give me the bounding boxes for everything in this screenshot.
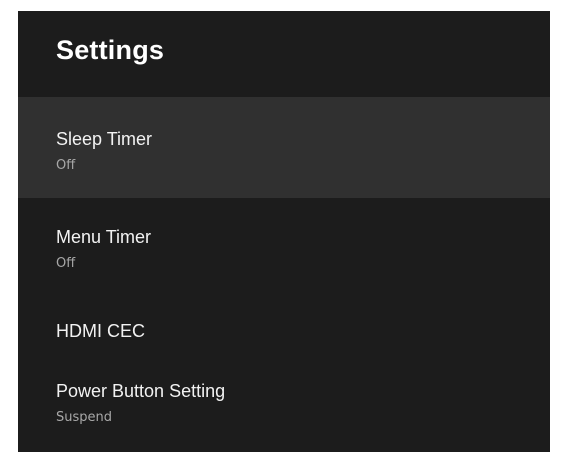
menu-item-value: Off: [56, 256, 76, 271]
menu-item-sleep-timer[interactable]: Sleep Timer Off: [18, 97, 550, 198]
settings-menu: Sleep Timer Off Menu Timer Off HDMI CEC …: [18, 97, 550, 430]
menu-item-label: Sleep Timer: [56, 129, 153, 149]
menu-item-value: Suspend: [56, 410, 113, 425]
menu-item-label: Power Button Setting: [56, 381, 226, 401]
menu-item-power-button-setting[interactable]: Power Button Setting Suspend: [18, 360, 550, 430]
menu-item-menu-timer[interactable]: Menu Timer Off: [18, 198, 550, 298]
menu-item-label: Menu Timer: [56, 227, 152, 247]
page-title: Settings: [56, 35, 165, 65]
settings-screen: Settings Sleep Timer Off Menu Timer Off …: [18, 11, 550, 452]
menu-item-value: Off: [56, 158, 76, 173]
menu-item-label: HDMI CEC: [56, 321, 145, 341]
menu-item-hdmi-cec[interactable]: HDMI CEC: [18, 298, 550, 360]
settings-header: Settings: [18, 11, 550, 97]
